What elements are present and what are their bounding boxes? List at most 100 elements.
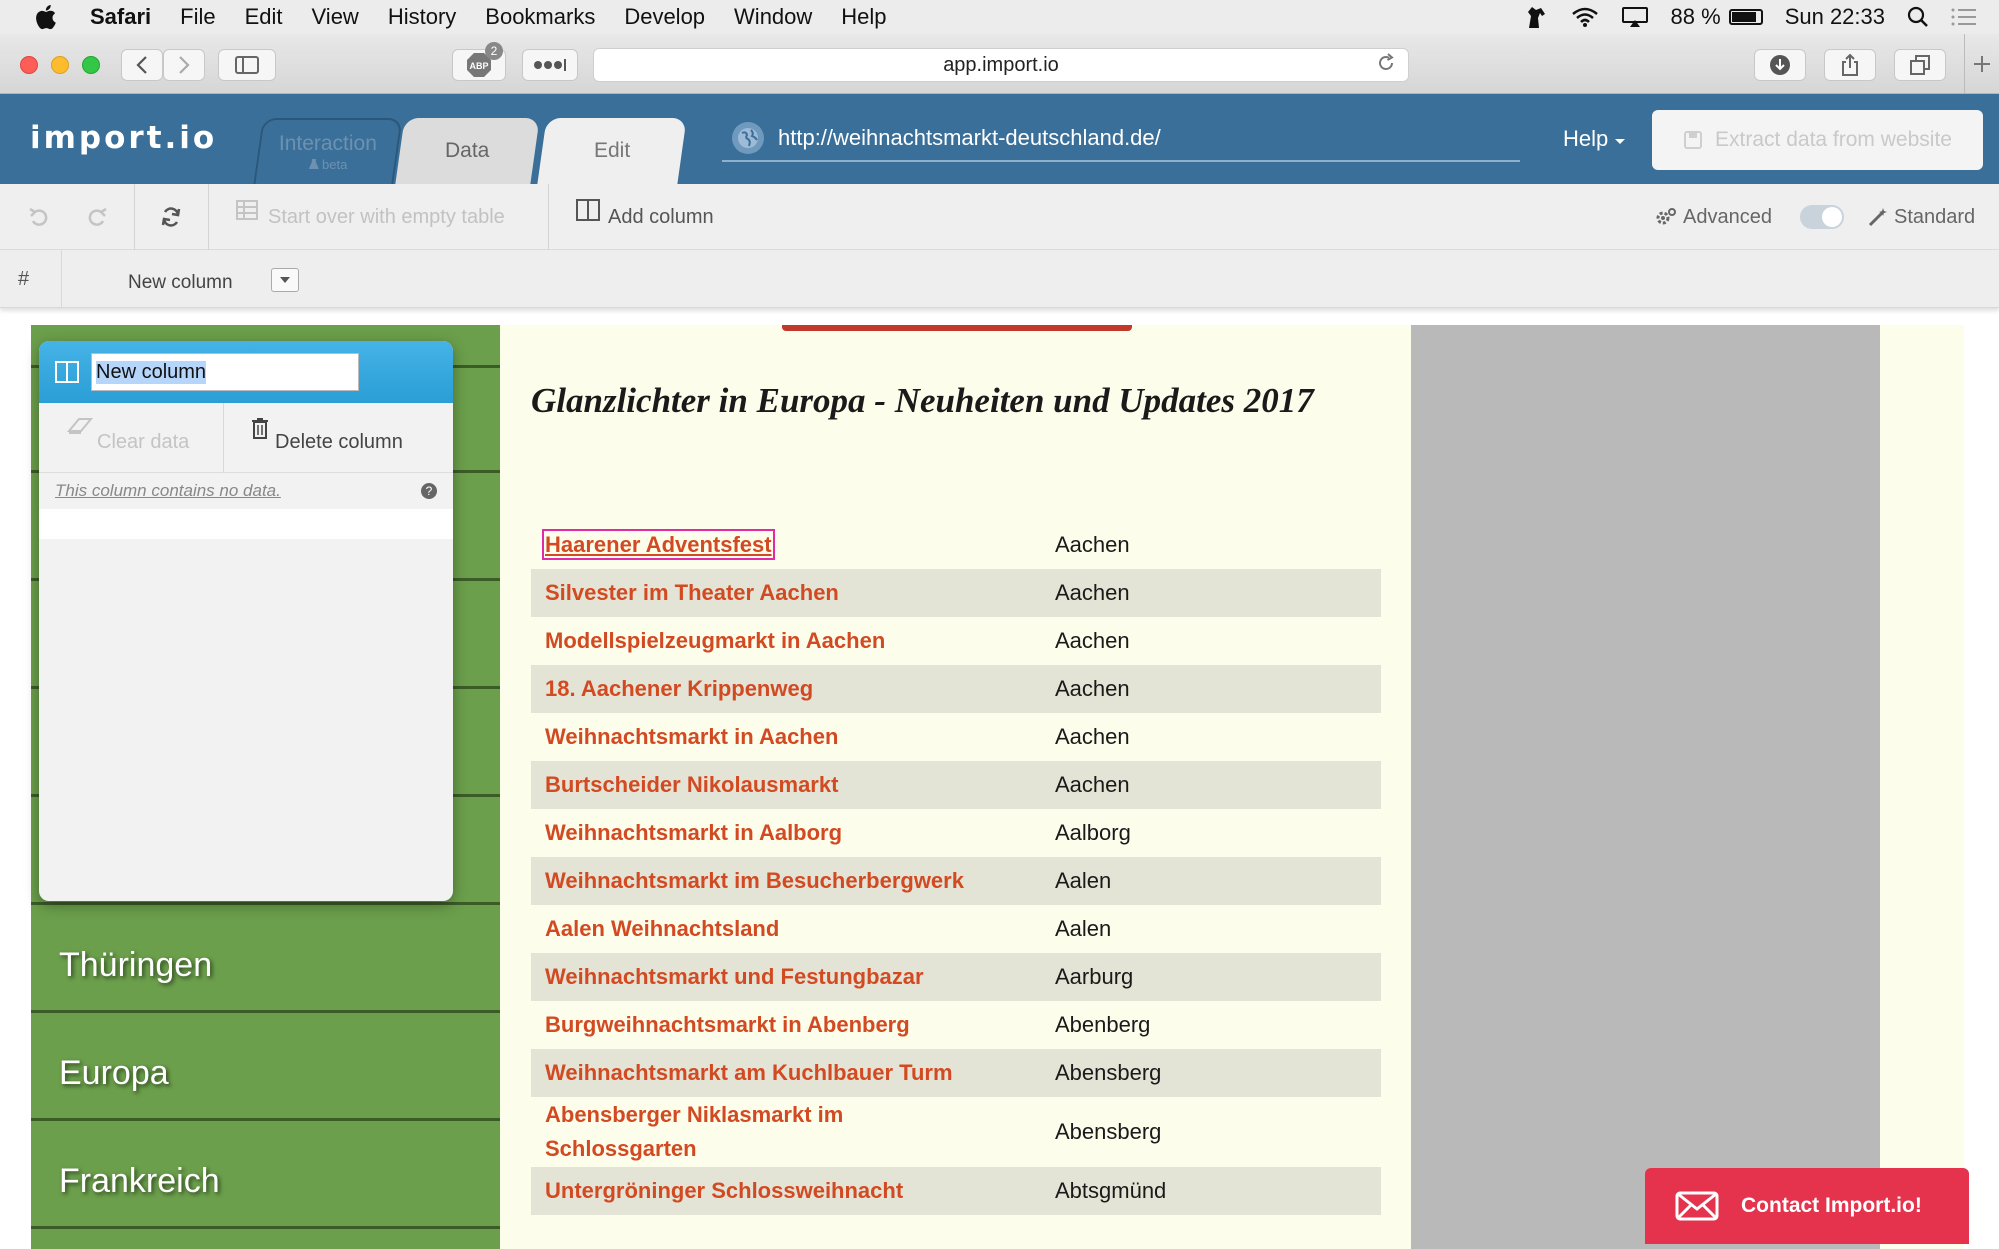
table-row: Weihnachtsmarkt und Festungbazar Aarburg [531, 953, 1381, 1001]
table-row: Untergröninger Schlossweihnacht Abtsgmün… [531, 1167, 1381, 1215]
delete-column-label: Delete column [275, 431, 403, 453]
sidebar-icon [235, 56, 259, 74]
reload-icon[interactable] [1376, 53, 1396, 79]
website-url-text: http://weihnachtsmarkt-deutschland.de/ [778, 125, 1161, 150]
download-icon [1770, 55, 1790, 75]
share-button[interactable] [1824, 49, 1876, 81]
new-tab-button[interactable] [1964, 34, 1999, 93]
help-circle-icon[interactable]: ? [421, 483, 437, 499]
refresh-icon [161, 207, 181, 227]
table-row: Abensberger Niklasmarkt im Schlossgarten… [531, 1097, 1381, 1167]
address-bar-url: app.import.io [943, 53, 1059, 76]
mode-toggle-switch[interactable] [1800, 205, 1844, 229]
refresh-button[interactable] [160, 184, 182, 250]
menu-edit[interactable]: Edit [245, 4, 283, 30]
market-link[interactable]: 18. Aachener Krippenweg [545, 672, 1045, 706]
chevron-right-icon [179, 56, 190, 74]
market-city: Abenberg [1055, 1012, 1151, 1037]
apple-menu-icon[interactable] [30, 2, 60, 32]
market-link[interactable]: Weihnachtsmarkt in Aachen [545, 720, 1045, 754]
column-name-input[interactable]: New column [91, 353, 359, 391]
sidebar-toggle-button[interactable] [218, 49, 276, 81]
decorative-red-bar [782, 325, 1132, 331]
help-dropdown[interactable]: Help [1563, 126, 1626, 152]
table-row: Weihnachtsmarkt im Besucherbergwerk Aale… [531, 857, 1381, 905]
market-link[interactable]: Burtscheider Nikolausmarkt [545, 768, 1045, 802]
advanced-mode-label[interactable]: Advanced [1655, 184, 1772, 250]
menubar-clock[interactable]: Sun 22:33 [1785, 4, 1885, 30]
globe-icon [732, 122, 764, 154]
airplay-icon[interactable] [1621, 6, 1649, 28]
caret-down-icon [1615, 139, 1626, 144]
tab-edit[interactable]: Edit [537, 118, 687, 184]
column-icon [55, 361, 79, 383]
toolbar-divider [548, 184, 549, 250]
tab-interaction-label: Interaction [278, 132, 377, 155]
start-over-button[interactable]: Start over with empty table [236, 184, 505, 250]
column-menu-dropdown[interactable] [271, 268, 299, 292]
table-row: Aalen Weihnachtsland Aalen [531, 905, 1381, 953]
downloads-button[interactable] [1754, 49, 1806, 81]
actions-divider [223, 403, 224, 473]
market-link[interactable]: Burgweihnachtsmarkt in Abenberg [545, 1008, 1045, 1042]
menu-develop[interactable]: Develop [624, 4, 705, 30]
menu-app-name[interactable]: Safari [90, 4, 151, 30]
website-ad-column [1411, 325, 1880, 1249]
table-row: 18. Aachener Krippenweg Aachen [531, 665, 1381, 713]
clear-data-button[interactable]: Clear data [67, 417, 189, 454]
market-city: Aachen [1055, 772, 1130, 797]
forward-button[interactable] [163, 49, 205, 81]
redo-icon [88, 207, 107, 226]
tab-data-label: Data [445, 139, 490, 162]
extract-data-button[interactable]: Extract data from website [1652, 110, 1983, 170]
market-link[interactable]: Weihnachtsmarkt in Aalborg [545, 816, 1045, 850]
delete-column-button[interactable]: Delete column [251, 417, 403, 454]
menu-help[interactable]: Help [841, 4, 886, 30]
sidebar-item-europa[interactable]: Europa [31, 1016, 500, 1121]
market-link[interactable]: Aalen Weihnachtsland [545, 912, 1045, 946]
adblock-extension-button[interactable]: ABP 2 [452, 42, 506, 81]
menu-window[interactable]: Window [734, 4, 812, 30]
battery-indicator[interactable]: 88 % [1671, 4, 1763, 30]
market-link[interactable]: Abensberger Niklasmarkt im Schlossgarten [545, 1098, 875, 1166]
minimize-window-button[interactable] [51, 56, 69, 74]
column-panel-header: New column [39, 341, 453, 403]
extension-menu-button[interactable] [522, 49, 578, 81]
wifi-icon[interactable] [1571, 6, 1599, 28]
redo-button[interactable] [86, 184, 108, 250]
menu-bookmarks[interactable]: Bookmarks [485, 4, 595, 30]
tab-interaction[interactable]: Interaction beta [253, 118, 403, 184]
tab-data[interactable]: Data [395, 118, 540, 184]
close-window-button[interactable] [20, 56, 38, 74]
menu-file[interactable]: File [180, 4, 215, 30]
spotlight-search-icon[interactable] [1907, 6, 1929, 28]
standard-mode-label[interactable]: Standard [1868, 184, 1975, 250]
address-bar[interactable]: app.import.io [593, 48, 1409, 82]
market-link[interactable]: Modellspielzeugmarkt in Aachen [545, 624, 1045, 658]
market-link[interactable]: Weihnachtsmarkt im Besucherbergwerk [545, 864, 1045, 898]
contact-importio-button[interactable]: Contact Import.io! [1645, 1168, 1969, 1244]
battery-level-fill [1731, 12, 1757, 22]
market-link[interactable]: Haarener Adventsfest [542, 528, 1045, 562]
show-tabs-button[interactable] [1894, 49, 1946, 81]
flask-icon [308, 159, 319, 169]
notification-center-icon[interactable] [1951, 7, 1977, 27]
back-button[interactable] [121, 49, 163, 81]
add-column-button[interactable]: Add column [576, 184, 714, 250]
website-url-field[interactable]: http://weihnachtsmarkt-deutschland.de/ [722, 116, 1520, 162]
zoom-window-button[interactable] [82, 56, 100, 74]
sidebar-item-thueringen[interactable]: Thüringen [31, 908, 500, 1013]
menu-history[interactable]: History [388, 4, 456, 30]
market-link[interactable]: Weihnachtsmarkt und Festungbazar [545, 960, 1045, 994]
column-header-new-column[interactable]: New column [128, 272, 233, 294]
market-link[interactable]: Untergröninger Schlossweihnacht [545, 1174, 1045, 1208]
market-link[interactable]: Weihnachtsmarkt am Kuchlbauer Turm [545, 1056, 1045, 1090]
importio-logo[interactable]: import.io [30, 120, 217, 156]
sidebar-item-frankreich[interactable]: Frankreich [31, 1124, 500, 1229]
market-link[interactable]: Silvester im Theater Aachen [545, 576, 1045, 610]
undo-button[interactable] [28, 184, 50, 250]
beta-badge: beta [308, 157, 347, 172]
menu-view[interactable]: View [312, 4, 359, 30]
envelope-icon [1675, 1191, 1719, 1221]
horse-status-icon[interactable] [1523, 4, 1549, 30]
